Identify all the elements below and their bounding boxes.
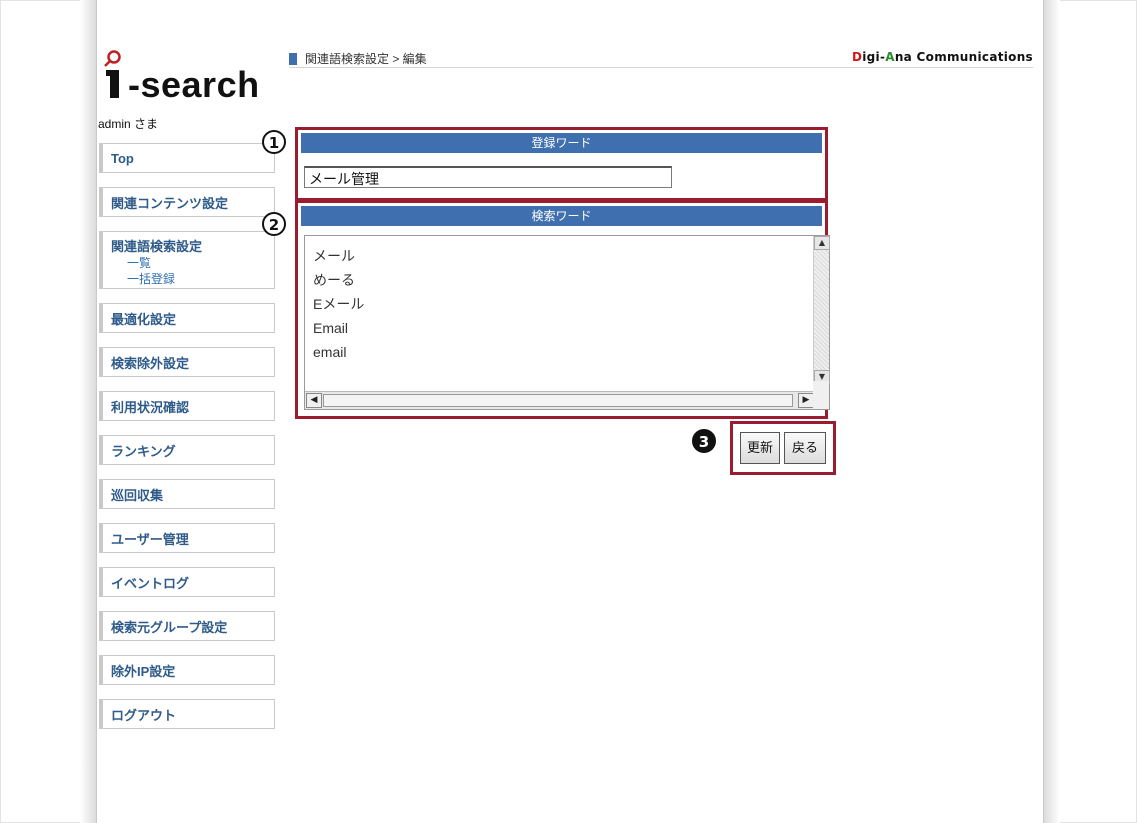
action-buttons-section: 更新 戻る	[730, 421, 836, 475]
breadcrumb: 関連語検索設定 > 編集 Digi-Ana Communications	[289, 50, 1033, 68]
sidebar-item-label: 利用状況確認	[111, 399, 190, 415]
back-button[interactable]: 戻る	[784, 432, 826, 464]
sidebar-item-event-log[interactable]: イベントログ	[99, 567, 275, 597]
i-search-logo[interactable]: -search	[100, 50, 270, 105]
sidebar-item-label: 検索元グループ設定	[111, 619, 228, 635]
brand-part: D	[851, 50, 863, 64]
user-greeting: admin さま	[98, 117, 159, 131]
sidebar-item-label: ログアウト	[111, 707, 177, 723]
sidebar-item-label: Top	[111, 150, 134, 166]
sidebar-item-search-exclusion[interactable]: 検索除外設定	[99, 347, 275, 377]
search-words-section: 検索ワード メール めーる Eメール Email email ▲ ▼ ◀ ▶	[295, 200, 830, 419]
sidebar-item-crawl[interactable]: 巡回収集	[99, 479, 275, 509]
search-word-line: めーる	[313, 272, 355, 288]
horizontal-scrollbar[interactable]: ◀ ▶	[305, 391, 815, 409]
brand-part: igi-	[862, 50, 886, 64]
sidebar-item-label: 巡回収集	[111, 487, 164, 503]
annotation-number-3: 3	[692, 429, 716, 453]
scroll-left-icon[interactable]: ◀	[306, 393, 322, 408]
logo-text: -search	[128, 64, 260, 105]
sidebar-item-usage[interactable]: 利用状況確認	[99, 391, 275, 421]
sidebar-item-related-content[interactable]: 関連コンテンツ設定	[99, 187, 275, 217]
sidebar-item-label: 最適化設定	[111, 311, 177, 327]
search-word-line: email	[313, 344, 347, 360]
sidebar-nav: Top 関連コンテンツ設定 関連語検索設定 一覧 一括登録 最適化設定 検索除外…	[99, 143, 275, 743]
sidebar-item-logout[interactable]: ログアウト	[99, 699, 275, 729]
brand-part: na Communications	[894, 50, 1033, 64]
sidebar-subitem-bulk-register[interactable]: 一括登録	[127, 271, 175, 287]
search-words-list: メール めーる Eメール Email email	[313, 244, 364, 364]
sidebar-item-optimization[interactable]: 最適化設定	[99, 303, 275, 333]
sidebar-item-excluded-ip[interactable]: 除外IP設定	[99, 655, 275, 685]
sidebar-item-label: 検索除外設定	[111, 355, 190, 371]
registered-word-header: 登録ワード	[301, 133, 822, 153]
sidebar-item-label: ランキング	[111, 443, 176, 459]
sidebar-item-label: 関連語検索設定	[111, 238, 203, 254]
sidebar-item-related-search[interactable]: 関連語検索設定 一覧 一括登録	[99, 231, 275, 289]
frame-shadow-right	[1044, 0, 1060, 823]
sidebar-item-ranking[interactable]: ランキング	[99, 435, 275, 465]
breadcrumb-marker-icon	[289, 52, 297, 65]
sidebar-item-source-group[interactable]: 検索元グループ設定	[99, 611, 275, 641]
search-word-line: Eメール	[313, 296, 365, 312]
brand-part: A	[885, 50, 895, 64]
sidebar-item-top[interactable]: Top	[99, 143, 275, 173]
breadcrumb-text: 関連語検索設定 > 編集	[305, 52, 427, 66]
search-word-line: Email	[313, 320, 349, 336]
search-magnifier-icon	[104, 50, 121, 98]
vertical-scrollbar[interactable]: ▲ ▼	[813, 236, 830, 384]
sidebar-subitem-list[interactable]: 一覧	[127, 255, 151, 271]
annotation-number-2: 2	[262, 212, 286, 236]
scrollbar-corner	[813, 381, 829, 409]
update-button[interactable]: 更新	[740, 432, 780, 464]
sidebar-item-label: イベントログ	[111, 575, 190, 591]
registered-word-input[interactable]: メール管理	[304, 166, 672, 188]
sidebar-item-label: 除外IP設定	[111, 663, 176, 679]
brand-name: Digi-Ana Communications	[852, 50, 1033, 64]
registered-word-section: 登録ワード メール管理	[295, 127, 828, 201]
horizontal-scroll-thumb[interactable]	[323, 394, 793, 407]
scroll-right-icon[interactable]: ▶	[798, 393, 814, 408]
search-words-header: 検索ワード	[301, 206, 822, 226]
scroll-up-icon[interactable]: ▲	[814, 236, 830, 250]
sidebar-item-label: 関連コンテンツ設定	[111, 195, 229, 211]
search-word-line: メール	[313, 248, 355, 264]
search-words-textarea[interactable]: メール めーる Eメール Email email ▲ ▼ ◀ ▶	[304, 235, 830, 410]
sidebar-item-label: ユーザー管理	[111, 531, 189, 547]
annotation-number-1: 1	[262, 130, 286, 154]
sidebar-item-user-management[interactable]: ユーザー管理	[99, 523, 275, 553]
frame-shadow-left	[80, 0, 96, 823]
